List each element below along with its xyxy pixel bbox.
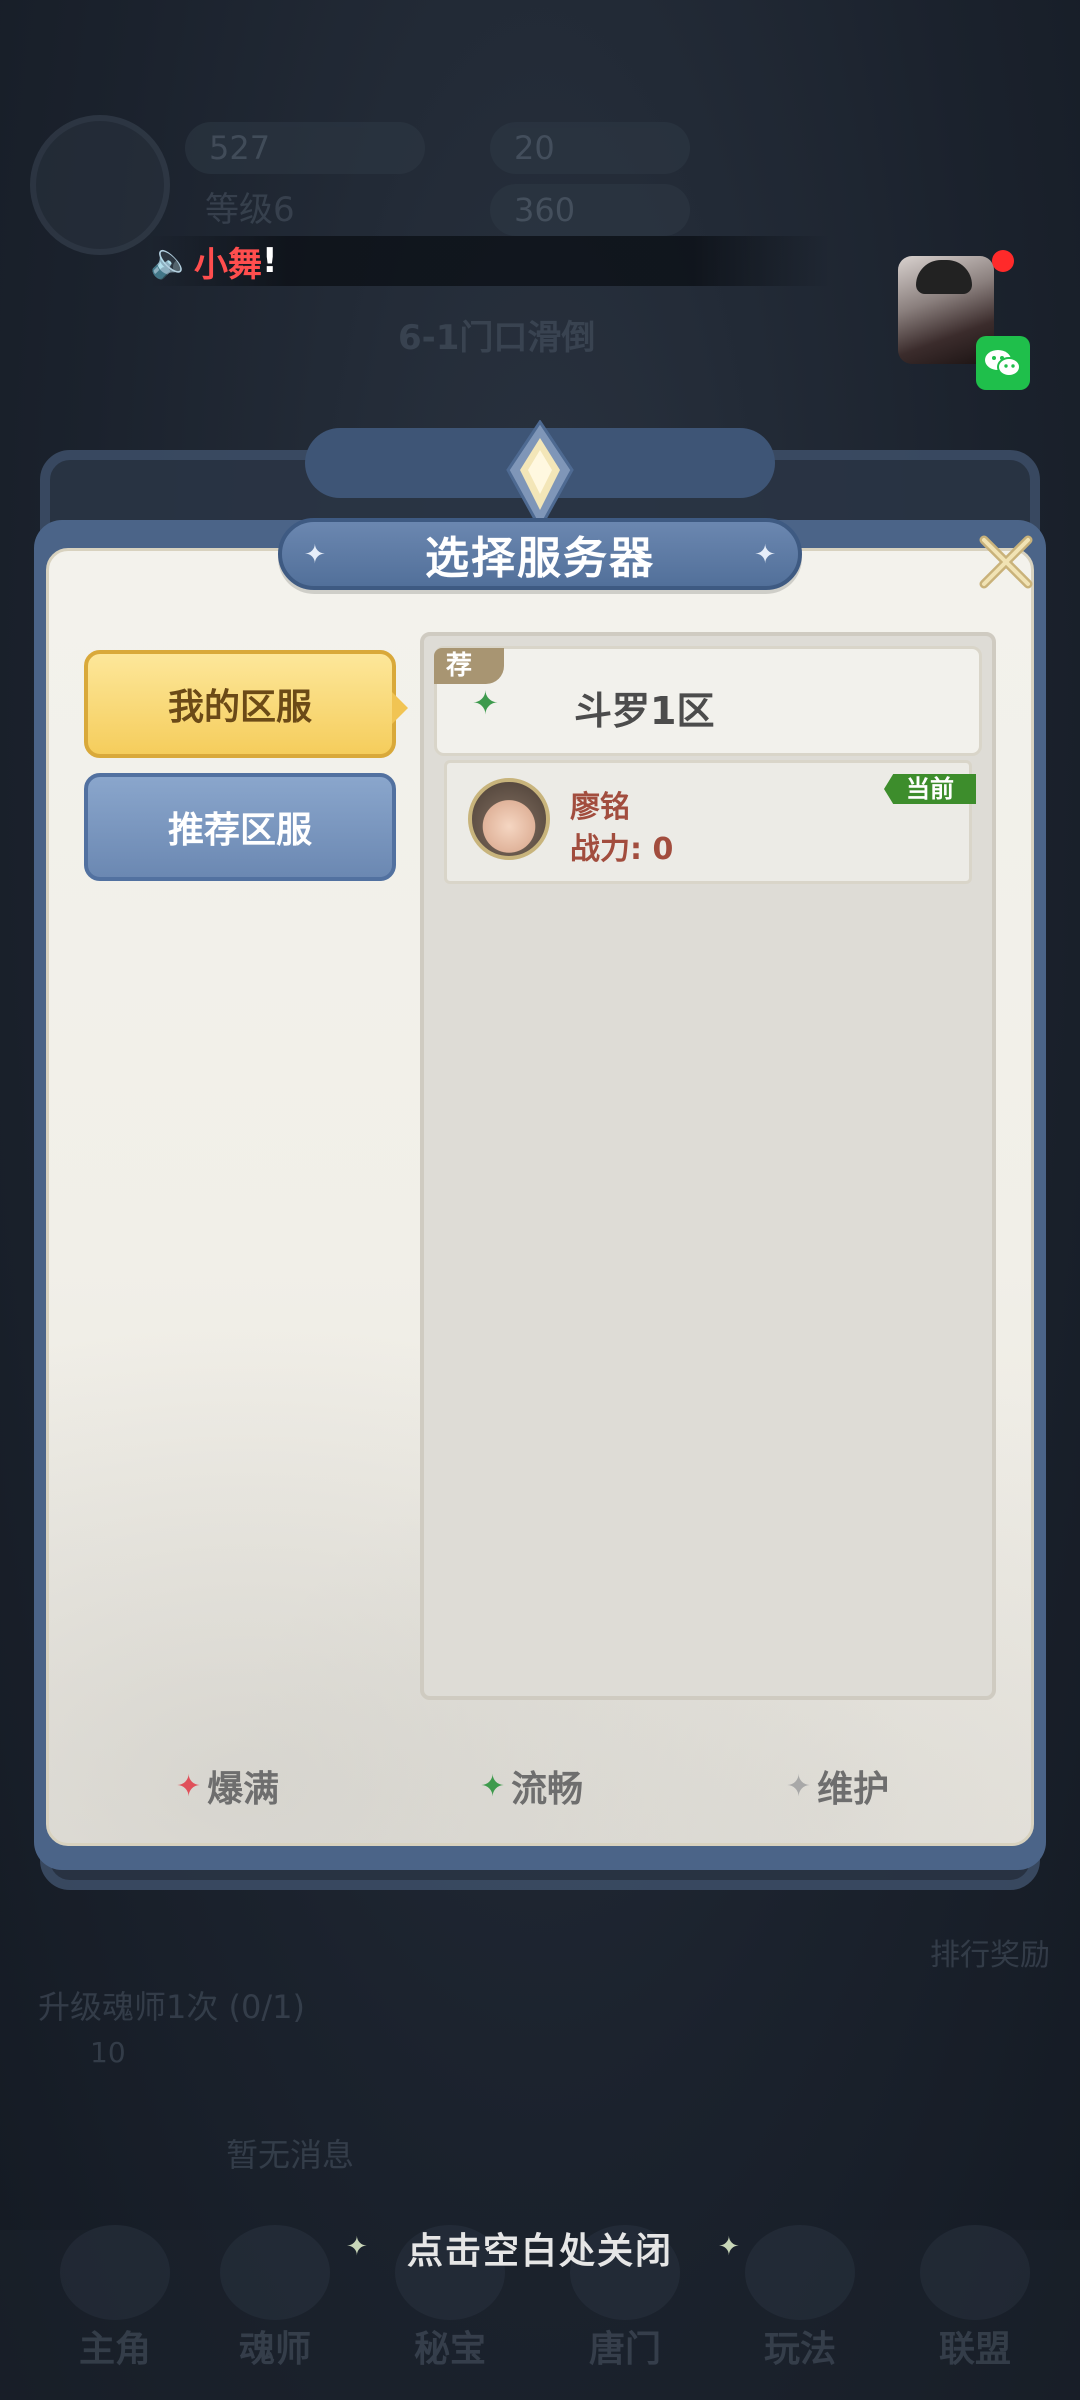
speaker-icon: 🔈 (150, 241, 193, 281)
status-smooth-icon: ✦ (480, 1768, 506, 1804)
server-name: 斗罗1区 (574, 689, 715, 733)
bg-currency-1: 20 (490, 122, 690, 174)
marquee-suffix: ! (262, 241, 278, 281)
bg-currency-2-value: 360 (514, 191, 576, 229)
tap-outside-to-close-hint: 点击空白处关闭 (406, 2231, 673, 2272)
legend-maintenance-label: 维护 (817, 1769, 890, 1810)
nav-gameplay: 玩法 (763, 2329, 836, 2370)
ornament-gem-icon (506, 420, 574, 530)
nav-alliance: 联盟 (938, 2329, 1011, 2370)
character-power: 战力: 0 (570, 832, 674, 867)
bg-quest-reward: 10 (90, 2036, 126, 2069)
status-full-icon: ✦ (176, 1768, 202, 1804)
player-avatar (30, 115, 170, 255)
notification-dot (992, 250, 1014, 272)
bg-level: 等级6 (205, 190, 295, 230)
tab-my-servers[interactable]: 我的区服 (84, 650, 408, 758)
bg-stat-value: 527 (209, 129, 271, 167)
dialog-title-banner: ✦ 选择服务器 ✦ (278, 518, 802, 590)
tab-recommended-servers[interactable]: 推荐区服 (84, 773, 396, 881)
recommended-tag: 荐 (434, 648, 504, 684)
legend-smooth-label: 流畅 (511, 1769, 584, 1810)
bg-currency-2: 360 (490, 184, 690, 236)
nav-hero: 主角 (78, 2329, 151, 2370)
star-icon: ✦ (754, 540, 776, 570)
current-server-badge: 当前 (884, 774, 976, 804)
bg-news: 暂无消息 (226, 2136, 355, 2174)
dialog-title: 选择服务器 (425, 533, 655, 584)
marquee-text: 小舞 (194, 244, 262, 285)
nav-soul-master: 魂师 (238, 2329, 311, 2370)
wechat-icon[interactable] (976, 336, 1030, 390)
legend-smooth: ✦ 流畅 (480, 1760, 583, 1812)
tab-my-servers-label: 我的区服 (167, 687, 312, 728)
bg-stage-title: 6-1门口滑倒 (398, 318, 596, 358)
legend-full: ✦ 爆满 (176, 1760, 279, 1812)
bg-side-label: 排行奖励 (930, 1938, 1050, 1973)
marquee-announcement: 🔈 小舞 ! (150, 236, 830, 286)
nav-tang-sect: 唐门 (588, 2329, 661, 2370)
screen[interactable]: 527 等级6 20 360 6-1门口滑倒 升级魂师1次 (0/1) 10 排… (0, 0, 1080, 2400)
star-icon: ✦ (718, 2232, 740, 2262)
close-icon[interactable] (974, 530, 1038, 594)
bg-currency-1-value: 20 (514, 129, 555, 167)
bg-stat-pill: 527 (185, 122, 425, 174)
legend-maintenance: ✦ 维护 (786, 1760, 889, 1812)
character-avatar (468, 778, 550, 860)
nav-treasure: 秘宝 (413, 2329, 486, 2370)
character-name: 廖铭 (570, 790, 630, 825)
status-maintenance-icon: ✦ (786, 1768, 812, 1804)
star-icon: ✦ (304, 540, 326, 570)
legend-full-label: 爆满 (207, 1769, 280, 1810)
tab-recommended-servers-label: 推荐区服 (167, 810, 312, 851)
status-smooth-icon: ✦ (472, 684, 499, 722)
bg-quest: 升级魂师1次 (0/1) (38, 1988, 306, 2026)
